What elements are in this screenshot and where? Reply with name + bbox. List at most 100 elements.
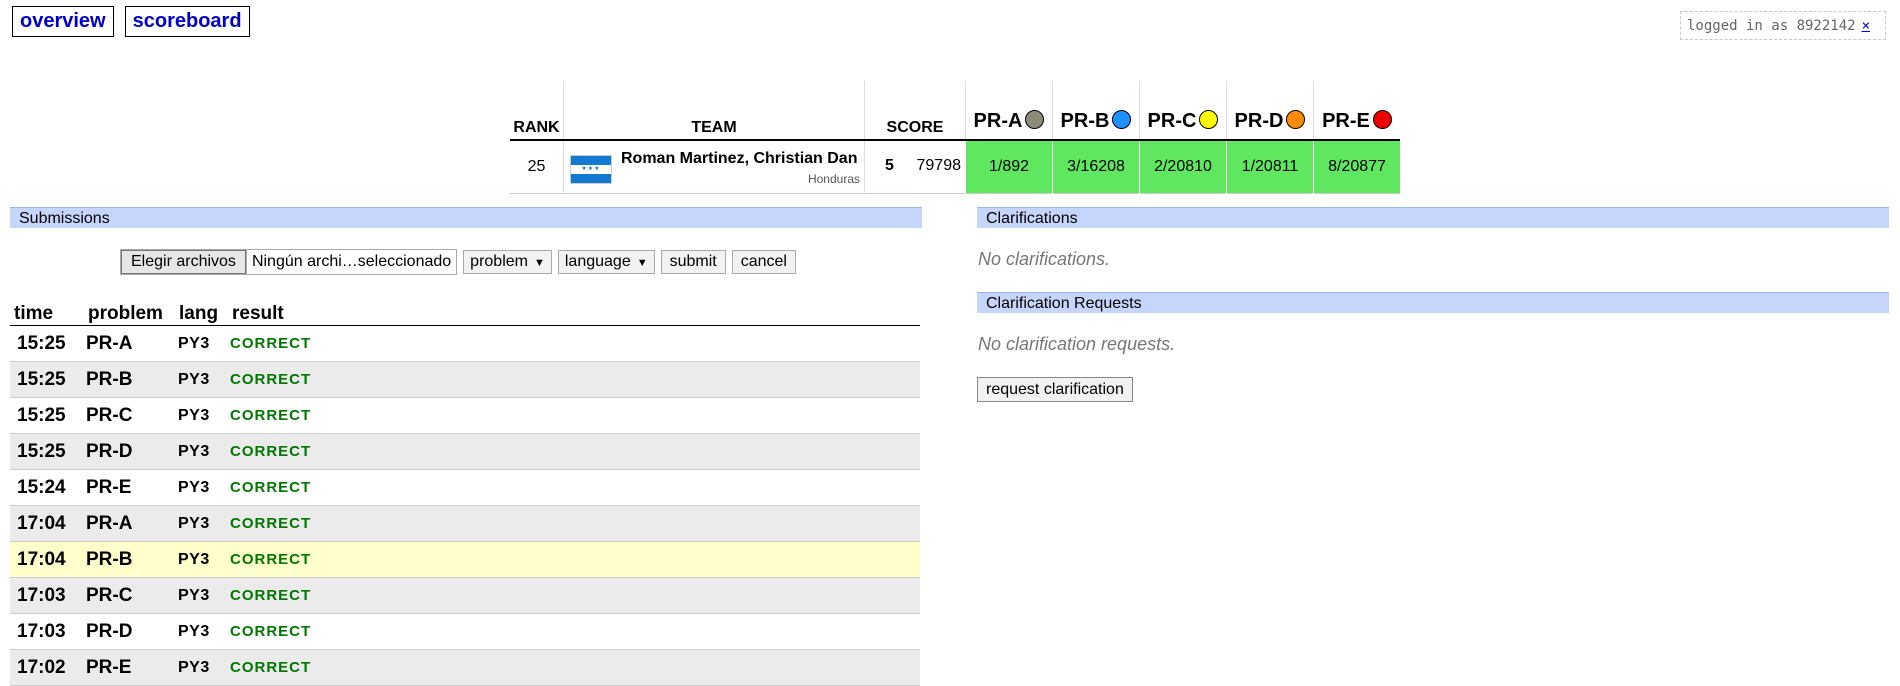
logout-link[interactable]: × xyxy=(1862,18,1870,34)
balloon-icon xyxy=(1372,110,1392,129)
submission-problem: PR-E xyxy=(84,649,175,686)
clarification-requests-header: Clarification Requests xyxy=(977,292,1889,313)
submission-result: CORRECT xyxy=(228,469,920,506)
language-select-label: language xyxy=(564,253,631,270)
clarifications-header: Clarifications xyxy=(977,207,1889,228)
balloon-icon xyxy=(1112,110,1132,129)
submission-time: 17:03 xyxy=(10,613,84,650)
submission-language: PY3 xyxy=(175,433,228,470)
problem-cell-pr-c[interactable]: 2/20810 xyxy=(1139,140,1227,194)
rank-cell: 25 xyxy=(527,158,546,175)
submission-result: CORRECT xyxy=(228,541,920,578)
submission-language: PY3 xyxy=(175,505,228,542)
honduras-flag-icon: ★★★ xyxy=(570,155,612,184)
problem-label: PR-E xyxy=(1322,110,1370,132)
submission-row[interactable]: 17:04 PR-B PY3 CORRECT xyxy=(10,541,920,578)
submission-row[interactable]: 15:25 PR-C PY3 CORRECT xyxy=(10,397,920,434)
submission-time: 15:25 xyxy=(10,325,84,362)
submission-language: PY3 xyxy=(175,325,228,362)
submission-row[interactable]: 15:25 PR-A PY3 CORRECT xyxy=(10,325,920,362)
scoreboard-link[interactable]: scoreboard xyxy=(124,6,250,37)
submission-language: PY3 xyxy=(175,361,228,398)
dropdown-arrow-icon: ▼ xyxy=(636,257,648,269)
submission-time: 15:25 xyxy=(10,361,84,398)
dropdown-arrow-icon: ▼ xyxy=(533,257,545,269)
submissions-header: Submissions xyxy=(10,207,922,228)
problem-cell-pr-a[interactable]: 1/892 xyxy=(965,140,1053,194)
solved-count: 5 xyxy=(885,157,894,174)
top-nav: overview scoreboard xyxy=(12,6,250,37)
problem-label: PR-A xyxy=(973,110,1023,132)
choose-file-button[interactable]: Elegir archivos xyxy=(121,250,247,274)
balloon-icon xyxy=(1286,110,1306,129)
submit-button[interactable]: submit xyxy=(660,250,726,274)
submission-time: 15:24 xyxy=(10,469,84,506)
submission-result: CORRECT xyxy=(228,325,920,362)
submission-row[interactable]: 17:03 PR-D PY3 CORRECT xyxy=(10,613,920,650)
team-name: Roman Martinez, Christian Dan xyxy=(621,150,858,167)
problem-label: PR-B xyxy=(1060,110,1110,132)
submission-result: CORRECT xyxy=(228,361,920,398)
problem-cell-pr-d[interactable]: 1/20811 xyxy=(1226,140,1314,194)
submission-result: CORRECT xyxy=(228,505,920,542)
no-clarifications-text: No clarifications. xyxy=(978,249,1111,269)
submission-row[interactable]: 17:03 PR-C PY3 CORRECT xyxy=(10,577,920,614)
team-cell[interactable]: ★★★ Roman Martinez, Christian Dan Hondur… xyxy=(563,140,865,194)
submit-form: Elegir archivos Ningún archi…seleccionad… xyxy=(120,249,796,275)
submission-row[interactable]: 15:25 PR-B PY3 CORRECT xyxy=(10,361,920,398)
submission-problem: PR-B xyxy=(84,541,175,578)
submission-problem: PR-C xyxy=(84,577,175,614)
problem-header-pr-c[interactable]: PR-C xyxy=(1139,81,1227,140)
submission-time: 17:04 xyxy=(10,541,84,578)
problem-label: PR-D xyxy=(1234,110,1284,132)
submission-row[interactable]: 15:25 PR-D PY3 CORRECT xyxy=(10,433,920,470)
balloon-icon xyxy=(1025,110,1045,129)
submission-result: CORRECT xyxy=(228,613,920,650)
submission-row[interactable]: 17:04 PR-A PY3 CORRECT xyxy=(10,505,920,542)
submission-result: CORRECT xyxy=(228,397,920,434)
submission-time: 17:03 xyxy=(10,577,84,614)
problem-header-pr-a[interactable]: PR-A xyxy=(965,81,1053,140)
result-column-header: result xyxy=(228,298,920,326)
team-header: TEAM xyxy=(563,81,865,140)
language-select[interactable]: language ▼ xyxy=(557,250,655,274)
problem-header-pr-e[interactable]: PR-E xyxy=(1313,81,1400,140)
login-text: logged in as 8922142 xyxy=(1687,18,1856,34)
submission-problem: PR-A xyxy=(84,325,175,362)
submission-time: 15:25 xyxy=(10,397,84,434)
submission-problem: PR-D xyxy=(84,613,175,650)
problem-cell-pr-b[interactable]: 3/16208 xyxy=(1052,140,1140,194)
submission-time: 17:02 xyxy=(10,649,84,686)
no-requests-text: No clarification requests. xyxy=(978,334,1176,354)
submission-result: CORRECT xyxy=(228,649,920,686)
login-status: logged in as 8922142 × xyxy=(1680,11,1886,40)
submission-row[interactable]: 15:24 PR-E PY3 CORRECT xyxy=(10,469,920,506)
submission-language: PY3 xyxy=(175,541,228,578)
submission-problem: PR-C xyxy=(84,397,175,434)
time-column-header: time xyxy=(10,298,84,326)
problem-label: PR-C xyxy=(1147,110,1197,132)
submission-problem: PR-A xyxy=(84,505,175,542)
request-clarification-button[interactable]: request clarification xyxy=(977,377,1133,402)
cancel-button[interactable]: cancel xyxy=(731,250,796,274)
problem-select[interactable]: problem ▼ xyxy=(463,250,552,274)
overview-link[interactable]: overview xyxy=(12,6,114,37)
submission-time: 17:04 xyxy=(10,505,84,542)
file-input[interactable]: Elegir archivos Ningún archi…seleccionad… xyxy=(120,249,458,275)
problem-header-pr-d[interactable]: PR-D xyxy=(1226,81,1314,140)
balloon-icon xyxy=(1199,110,1219,129)
submission-language: PY3 xyxy=(175,577,228,614)
problem-header-pr-b[interactable]: PR-B xyxy=(1052,81,1140,140)
submission-language: PY3 xyxy=(175,397,228,434)
team-affiliation: Honduras xyxy=(807,172,860,186)
submission-problem: PR-E xyxy=(84,469,175,506)
problem-cell-pr-e[interactable]: 8/20877 xyxy=(1313,140,1400,194)
team-row: 25 ★★★ Roman Martinez, Christian Dan Hon… xyxy=(510,140,1400,194)
submission-row[interactable]: 17:02 PR-E PY3 CORRECT xyxy=(10,649,920,686)
submission-language: PY3 xyxy=(175,649,228,686)
submissions-table: time problem lang result 15:25 PR-A PY3 COR… xyxy=(10,298,920,686)
penalty-time: 79798 xyxy=(916,157,962,174)
score-header: SCORE xyxy=(864,81,966,140)
team-scoreboard: RANK TEAM SCORE PR-A PR-B PR-C PR-D PR-E… xyxy=(510,81,1400,194)
submission-result: CORRECT xyxy=(228,433,920,470)
